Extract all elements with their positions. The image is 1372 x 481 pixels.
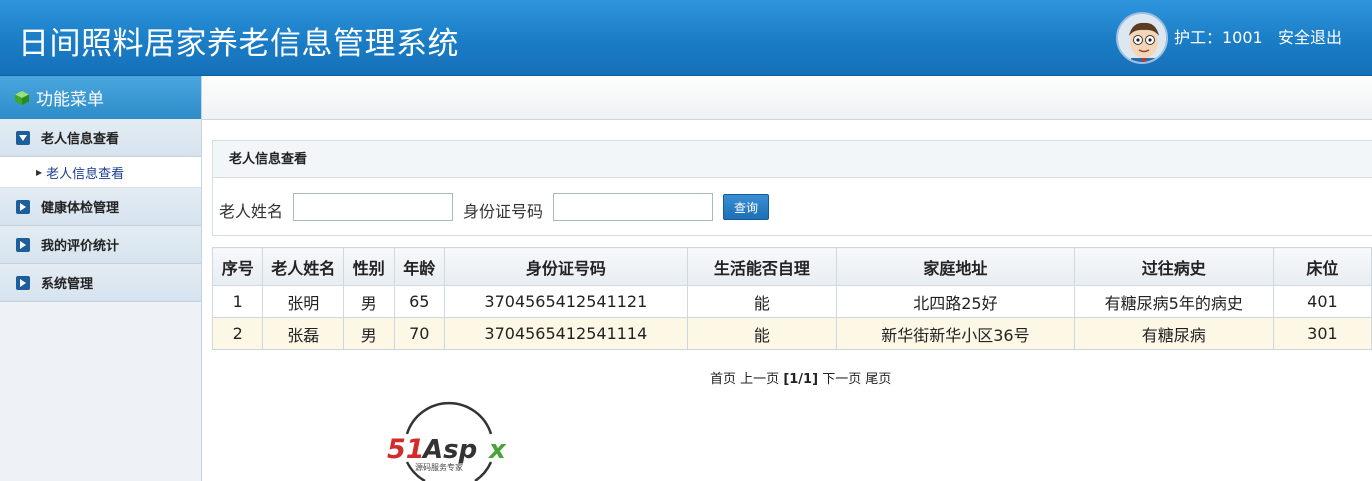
- table-cell: 有糖尿病5年的病史: [1073, 285, 1274, 318]
- sidebar: 功能菜单 老人信息查看 ▶ 老人信息查看 健康体检管理 我的评价统计 系统管理: [0, 76, 202, 481]
- panel-title: 老人信息查看: [212, 140, 1372, 178]
- svg-text:51: 51: [387, 434, 425, 465]
- table-cell: 新华街新华小区36号: [836, 317, 1075, 350]
- user-avatar: [1116, 12, 1168, 64]
- search-button[interactable]: 查询: [723, 194, 769, 220]
- name-input[interactable]: [293, 193, 453, 221]
- table-cell: 能: [686, 285, 838, 318]
- first-page-link[interactable]: 首页: [710, 372, 736, 387]
- column-header: 性别: [343, 247, 395, 286]
- search-form: 老人姓名 身份证号码 查询: [212, 178, 1372, 236]
- next-page-link[interactable]: 下一页: [822, 372, 861, 387]
- content-topbar: [202, 76, 1372, 120]
- table-cell: 401: [1272, 285, 1372, 318]
- chevron-right-icon: [16, 199, 30, 214]
- green-cube-icon: [15, 90, 29, 105]
- last-page-link[interactable]: 尾页: [865, 372, 891, 387]
- table-cell: 男: [343, 317, 395, 350]
- prev-page-link[interactable]: 上一页: [740, 372, 779, 387]
- 51aspx-logo: 51 Asp x 源码服务专家: [387, 401, 507, 481]
- chevron-down-icon: [16, 130, 30, 145]
- sidebar-section-label: 健康体检管理: [41, 201, 120, 216]
- table-row[interactable]: 2 张磊 男 70 3704565412541114 能 新华街新华小区36号 …: [211, 317, 1372, 350]
- sidebar-item-elder-info[interactable]: ▶ 老人信息查看: [0, 157, 201, 188]
- sidebar-section-label: 我的评价统计: [41, 239, 120, 254]
- sidebar-section-label: 系统管理: [41, 277, 94, 292]
- table-cell: 有糖尿病: [1073, 317, 1274, 350]
- app-header: 日间照料居家养老信息管理系统 护工：1001 安全退出: [0, 0, 1372, 76]
- id-number-label: 身份证号码: [463, 202, 544, 221]
- sidebar-section-health-check[interactable]: 健康体检管理: [0, 188, 201, 226]
- table-cell: 3704565412541114: [444, 317, 688, 350]
- table-cell: 北四路25好: [836, 285, 1075, 318]
- pagination: 首页 上一页 [1/1] 下一页 尾页: [710, 368, 891, 387]
- column-header: 家庭地址: [836, 247, 1075, 286]
- app-title: 日间照料居家养老信息管理系统: [18, 26, 459, 62]
- sidebar-section-elder-info[interactable]: 老人信息查看: [0, 119, 201, 157]
- svg-text:源码服务专家: 源码服务专家: [415, 462, 463, 472]
- logout-link[interactable]: 安全退出: [1278, 24, 1342, 48]
- table-row[interactable]: 1 张明 男 65 3704565412541121 能 北四路25好 有糖尿病…: [211, 285, 1372, 318]
- column-header: 序号: [211, 247, 264, 286]
- sidebar-section-label: 老人信息查看: [41, 132, 120, 147]
- svg-text:Asp: Asp: [421, 435, 477, 465]
- chevron-right-icon: [16, 237, 30, 252]
- table-cell: 1: [211, 285, 264, 318]
- elder-table: 序号 老人姓名 性别 年龄 身份证号码 生活能否自理 家庭地址 过往病史 床位 …: [211, 247, 1372, 350]
- page-status: [1/1]: [783, 372, 819, 387]
- table-cell: 张磊: [262, 317, 345, 350]
- sidebar-section-system[interactable]: 系统管理: [0, 264, 201, 302]
- table-header-row: 序号 老人姓名 性别 年龄 身份证号码 生活能否自理 家庭地址 过往病史 床位: [211, 247, 1372, 286]
- avatar-cartoon-icon: [1118, 14, 1166, 62]
- sidebar-section-evaluation[interactable]: 我的评价统计: [0, 226, 201, 264]
- chevron-right-icon: [16, 275, 30, 290]
- menu-title-label: 功能菜单: [36, 90, 104, 110]
- table-cell: 301: [1272, 317, 1372, 350]
- table-cell: 男: [343, 285, 395, 318]
- column-header: 生活能否自理: [686, 247, 838, 286]
- column-header: 年龄: [393, 247, 446, 286]
- column-header: 身份证号码: [444, 247, 688, 286]
- column-header: 老人姓名: [262, 247, 345, 286]
- table-cell: 3704565412541121: [444, 285, 688, 318]
- id-number-input[interactable]: [553, 193, 713, 221]
- table-cell: 张明: [262, 285, 345, 318]
- sidebar-item-label: 老人信息查看: [46, 166, 125, 182]
- bullet-arrow-icon: ▶: [36, 167, 43, 177]
- name-label: 老人姓名: [219, 202, 284, 221]
- column-header: 床位: [1272, 247, 1372, 286]
- table-cell: 2: [211, 317, 264, 350]
- table-cell: 65: [393, 285, 446, 318]
- table-cell: 能: [686, 317, 838, 350]
- svg-text:x: x: [487, 435, 507, 465]
- user-label: 护工：1001: [1174, 28, 1263, 47]
- column-header: 过往病史: [1073, 247, 1274, 286]
- table-cell: 70: [393, 317, 446, 350]
- menu-title: 功能菜单: [0, 76, 201, 119]
